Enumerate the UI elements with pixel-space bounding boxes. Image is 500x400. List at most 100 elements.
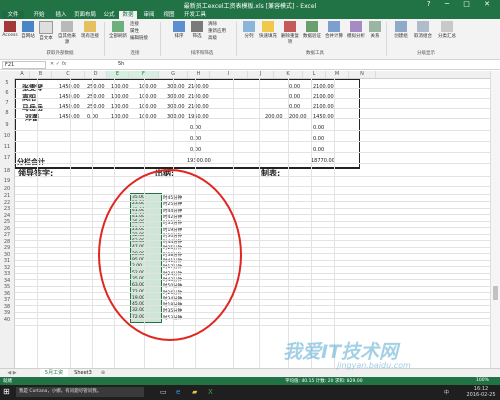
column-header-e[interactable]: E — [107, 71, 129, 78]
row-header-29[interactable]: 29 — [0, 245, 14, 251]
what-if-analysis-button[interactable]: 模拟分析 — [346, 21, 366, 45]
windows-start-icon[interactable]: ⊞ — [3, 387, 10, 396]
sort-icon — [173, 21, 185, 32]
vertical-scrollbar[interactable] — [490, 71, 500, 368]
relationships-button[interactable]: 关系 — [368, 21, 382, 45]
column-header-a[interactable]: A — [15, 71, 30, 78]
column-header-n[interactable]: N — [349, 71, 376, 78]
task-view-icon[interactable]: ▭ — [160, 388, 167, 396]
fx-icon[interactable]: ✕ ✓ fx — [50, 61, 66, 67]
file-explorer-icon[interactable]: ▰ — [192, 388, 197, 396]
window-controls[interactable]: ? ─ □ ✕ — [427, 0, 496, 8]
row-header-5[interactable]: 5 — [0, 80, 14, 86]
row-header-38[interactable]: 38 — [0, 304, 14, 310]
sheet-nav-arrows[interactable]: ◀ ▶ — [2, 369, 22, 377]
maximize-icon[interactable]: □ — [463, 0, 476, 8]
flash-fill-button[interactable]: 快速填充 — [258, 21, 278, 45]
row-header-24[interactable]: 24 — [0, 213, 14, 219]
data-validation-button[interactable]: 数据验证 — [302, 21, 322, 45]
table-border — [15, 167, 360, 169]
from-other-sources-button[interactable]: 自其他来源 — [56, 21, 78, 45]
tab-file[interactable]: 文件 — [2, 11, 24, 19]
tab-formulas[interactable]: 公式 — [100, 11, 118, 19]
row-header-6[interactable]: 6 — [0, 90, 14, 96]
minimize-icon[interactable]: ─ — [445, 0, 455, 8]
row-header-23[interactable]: 23 — [0, 206, 14, 212]
text-to-columns-button[interactable]: 分列 — [242, 21, 256, 45]
column-header-i[interactable]: I — [210, 71, 248, 78]
row-header-8[interactable]: 8 — [0, 110, 14, 116]
help-icon[interactable]: ? — [427, 0, 437, 8]
column-header-j[interactable]: J — [248, 71, 274, 78]
worksheet-grid[interactable]: 张雯琴 1450.00 250.00 100.00 100.00 300.00 … — [15, 78, 490, 368]
tab-view[interactable]: 视图 — [160, 11, 178, 19]
close-icon[interactable]: ✕ — [484, 0, 496, 8]
tab-insert[interactable]: 插入 — [52, 11, 70, 19]
subtotal-button[interactable]: 分类汇总 — [436, 21, 458, 45]
tab-review[interactable]: 审阅 — [140, 11, 158, 19]
row-header-17[interactable]: 17 — [0, 155, 14, 161]
scrollbar-thumb[interactable] — [493, 286, 498, 300]
system-clock[interactable]: 16:12 2016-02-25 — [464, 386, 498, 398]
row-header-34[interactable]: 34 — [0, 278, 14, 284]
gridline-vertical — [334, 78, 335, 368]
row-header-27[interactable]: 27 — [0, 232, 14, 238]
row-header-21[interactable]: 21 — [0, 193, 14, 199]
from-text-button[interactable]: 自文本 — [38, 21, 54, 45]
ungroup-button[interactable]: 取消组合 — [412, 21, 434, 45]
row-header-19[interactable]: 19 — [0, 178, 14, 184]
sort-button[interactable]: 排序 — [172, 21, 186, 45]
row-header-18[interactable]: 18 — [0, 168, 14, 174]
row-header-33[interactable]: 33 — [0, 271, 14, 277]
row-header-26[interactable]: 26 — [0, 226, 14, 232]
formula-input[interactable]: 5h — [118, 61, 124, 67]
tab-developer[interactable]: 开发工具 — [182, 11, 208, 19]
column-header-h[interactable]: H — [188, 71, 210, 78]
cortana-search-box[interactable]: 我是 Cortana，小娜。有问题尽管问我。 — [16, 387, 144, 397]
from-web-button[interactable]: 自网站 — [20, 21, 36, 45]
row-header-9[interactable]: 9 — [0, 122, 14, 128]
row-header-40[interactable]: 40 — [0, 317, 14, 323]
row-header-37[interactable]: 37 — [0, 297, 14, 303]
row-header-30[interactable]: 30 — [0, 252, 14, 258]
column-header-b[interactable]: B — [30, 71, 52, 78]
column-header-k[interactable]: K — [274, 71, 303, 78]
row-header-32[interactable]: 32 — [0, 265, 14, 271]
row-header-35[interactable]: 35 — [0, 284, 14, 290]
existing-connections-button[interactable]: 现有连接 — [80, 21, 100, 45]
row-header-31[interactable]: 31 — [0, 258, 14, 264]
column-header-d[interactable]: D — [85, 71, 107, 78]
row-header-39[interactable]: 39 — [0, 310, 14, 316]
sheet-tab-sheet3[interactable]: Sheet3 — [70, 369, 96, 377]
row-header-7[interactable]: 7 — [0, 100, 14, 106]
filter-button[interactable]: 筛选 — [190, 21, 204, 45]
zoom-level[interactable]: 100% — [476, 378, 489, 383]
excel-taskbar-icon[interactable]: X — [208, 388, 213, 396]
column-header-c[interactable]: C — [52, 71, 85, 78]
group-label-sort-filter: 排序和筛选 — [190, 51, 214, 56]
edge-browser-icon[interactable]: e — [176, 388, 180, 396]
tab-home[interactable]: 开始 — [30, 11, 48, 19]
remove-duplicates-button[interactable]: 删除重复项 — [280, 21, 300, 45]
input-language[interactable]: 中 — [444, 389, 449, 396]
column-header-f[interactable]: F — [129, 71, 159, 78]
consolidate-button[interactable]: 合并计算 — [324, 21, 344, 45]
tab-data[interactable]: 数据 — [119, 11, 137, 19]
other-sources-icon — [61, 21, 73, 32]
column-header-g[interactable]: G — [159, 71, 188, 78]
row-header-22[interactable]: 22 — [0, 200, 14, 206]
refresh-all-button[interactable]: 全部刷新 — [108, 21, 128, 45]
group-button[interactable]: 创建组 — [392, 21, 410, 45]
row-header-11[interactable]: 11 — [0, 144, 14, 150]
column-header-l[interactable]: L — [303, 71, 326, 78]
row-header-10[interactable]: 10 — [0, 133, 14, 139]
column-header-m[interactable]: M — [326, 71, 349, 78]
row-header-25[interactable]: 25 — [0, 219, 14, 225]
row-header-20[interactable]: 20 — [0, 186, 14, 192]
add-sheet-button[interactable]: ⊕ — [98, 369, 108, 377]
access-button[interactable]: Access — [2, 21, 18, 45]
name-box[interactable]: F21 — [2, 61, 46, 69]
row-header-28[interactable]: 28 — [0, 239, 14, 245]
tab-page-layout[interactable]: 页面布局 — [72, 11, 98, 19]
row-header-36[interactable]: 36 — [0, 291, 14, 297]
